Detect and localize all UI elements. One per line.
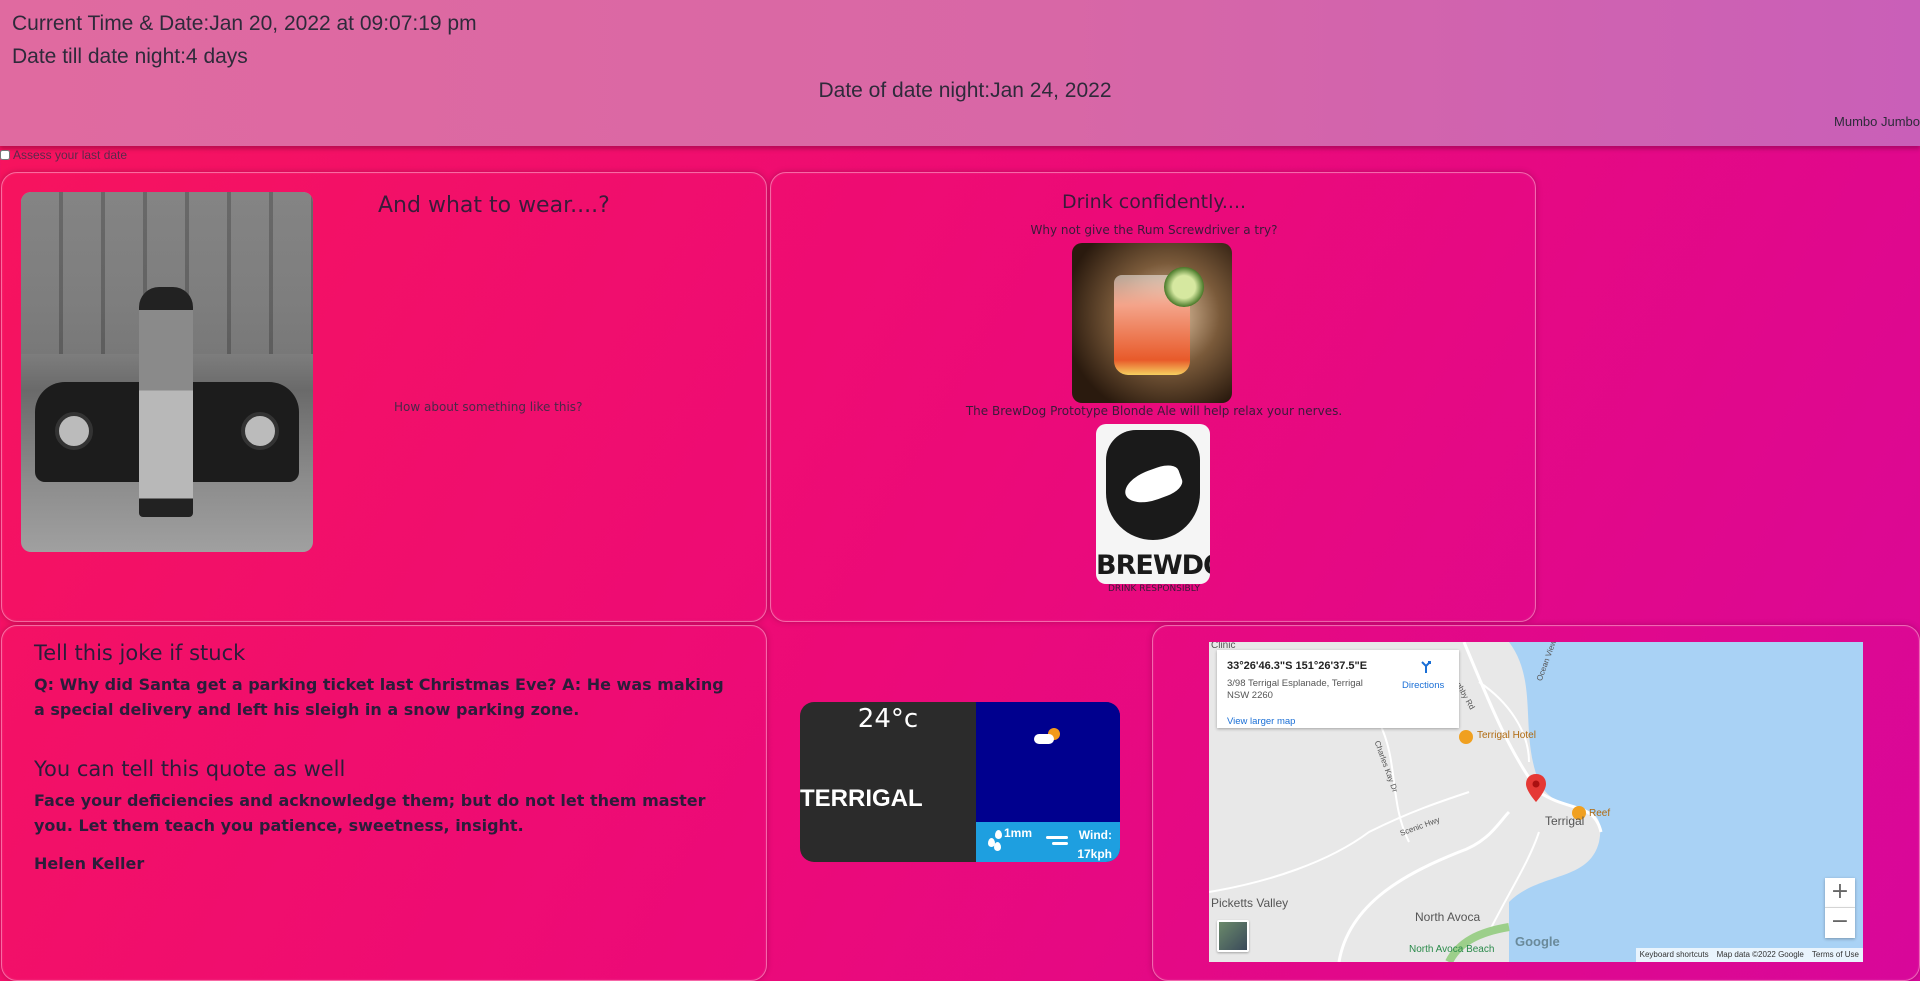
- weather-city: TERRIGAL: [800, 785, 923, 812]
- map-embed[interactable]: Clinic Terrigal Hotel Reef Terrigal Pick…: [1209, 642, 1863, 962]
- directions-link[interactable]: Directions: [1402, 680, 1444, 691]
- cocktail-photo: [1072, 243, 1232, 403]
- days-till-text: Date till date night:4 days: [12, 45, 248, 68]
- assess-label: Assess your last date: [13, 148, 128, 162]
- weather-widget[interactable]: 24°c TERRIGAL 1mm Wind: 17kph: [800, 702, 1120, 862]
- weather-details-bar: 1mm Wind: 17kph: [976, 822, 1120, 862]
- quote-heading: You can tell this quote as well: [34, 757, 346, 781]
- drink-title: Drink confidently....: [1061, 191, 1247, 213]
- drink-card: Drink confidently.... Why not give the R…: [770, 172, 1536, 622]
- map-info-box: 33°26'46.3"S 151°26'37.5"E 3/98 Terrigal…: [1217, 650, 1459, 728]
- brewdog-logo: BREWDOG: [1096, 424, 1210, 584]
- map-footer: Keyboard shortcuts Map data ©2022 Google…: [1635, 948, 1863, 962]
- wind-speed: 17kph: [1077, 847, 1112, 861]
- joke-heading: Tell this joke if stuck: [34, 641, 246, 665]
- map-label-terrigal-hotel: Terrigal Hotel: [1477, 730, 1536, 741]
- weather-condition-panel: [976, 702, 1120, 822]
- outfit-photo: [21, 192, 313, 552]
- rain-value: 1mm: [1004, 826, 1033, 840]
- joke-card: Tell this joke if stuck Q: Why did Santa…: [1, 625, 767, 981]
- assess-toggle[interactable]: Assess your last date: [0, 148, 127, 162]
- brand-text: Mumbo Jumbo: [1834, 114, 1920, 129]
- satellite-toggle[interactable]: [1217, 920, 1249, 952]
- location-pin-icon[interactable]: [1526, 774, 1546, 802]
- wear-caption: How about something like this?: [394, 400, 583, 414]
- assess-checkbox[interactable]: [0, 150, 10, 160]
- brewdog-logo-word: BREWDOG: [1096, 550, 1210, 581]
- joke-text: Q: Why did Santa get a parking ticket la…: [34, 675, 724, 719]
- wear-card: And what to wear....? How about somethin…: [1, 172, 767, 622]
- map-label-picketts-valley: Picketts Valley: [1211, 896, 1289, 910]
- directions-icon[interactable]: [1419, 660, 1433, 674]
- map-label-terrigal: Terrigal: [1545, 814, 1585, 828]
- quote-text: Face your deficiencies and acknowledge t…: [34, 791, 706, 835]
- cocktail-text: Why not give the Rum Screwdriver a try?: [1030, 223, 1278, 237]
- wind-value: Wind: 17kph: [1077, 826, 1112, 862]
- beer-text: The BrewDog Prototype Blonde Ale will he…: [965, 404, 1343, 418]
- map-address: 3/98 Terrigal Esplanade, Terrigal NSW 22…: [1227, 678, 1363, 701]
- weather-temp: 24°c: [857, 704, 919, 734]
- quote-author: Helen Keller: [34, 854, 145, 873]
- wind-label: Wind:: [1078, 828, 1112, 842]
- date-night-text: Date of date night:Jan 24, 2022: [818, 79, 1112, 102]
- zoom-out-button[interactable]: −: [1825, 908, 1855, 938]
- google-logo: Google: [1515, 934, 1560, 949]
- rain-drop-icon: [988, 830, 1004, 852]
- partly-cloudy-icon: [1034, 728, 1062, 744]
- current-time-text: Current Time & Date:Jan 20, 2022 at 09:0…: [12, 12, 477, 35]
- hotel-poi-icon[interactable]: [1459, 730, 1473, 744]
- map-data-text: Map data ©2022 Google: [1716, 950, 1804, 959]
- view-larger-map-link[interactable]: View larger map: [1227, 716, 1295, 727]
- terms-link[interactable]: Terms of Use: [1812, 948, 1859, 962]
- zoom-in-button[interactable]: +: [1825, 878, 1855, 908]
- wear-title: And what to wear....?: [378, 193, 610, 218]
- map-coords: 33°26'46.3"S 151°26'37.5"E: [1227, 660, 1368, 672]
- keyboard-shortcuts-link[interactable]: Keyboard shortcuts: [1640, 948, 1709, 962]
- map-label-reef: Reef: [1589, 808, 1611, 819]
- beer-caption: DRINK RESPONSIBLY: [1107, 584, 1201, 594]
- header-bar: Current Time & Date:Jan 20, 2022 at 09:0…: [0, 0, 1920, 146]
- map-label-north-avoca-beach: North Avoca Beach: [1409, 944, 1495, 955]
- wind-icon: [1046, 836, 1072, 846]
- map-label-north-avoca: North Avoca: [1415, 910, 1481, 924]
